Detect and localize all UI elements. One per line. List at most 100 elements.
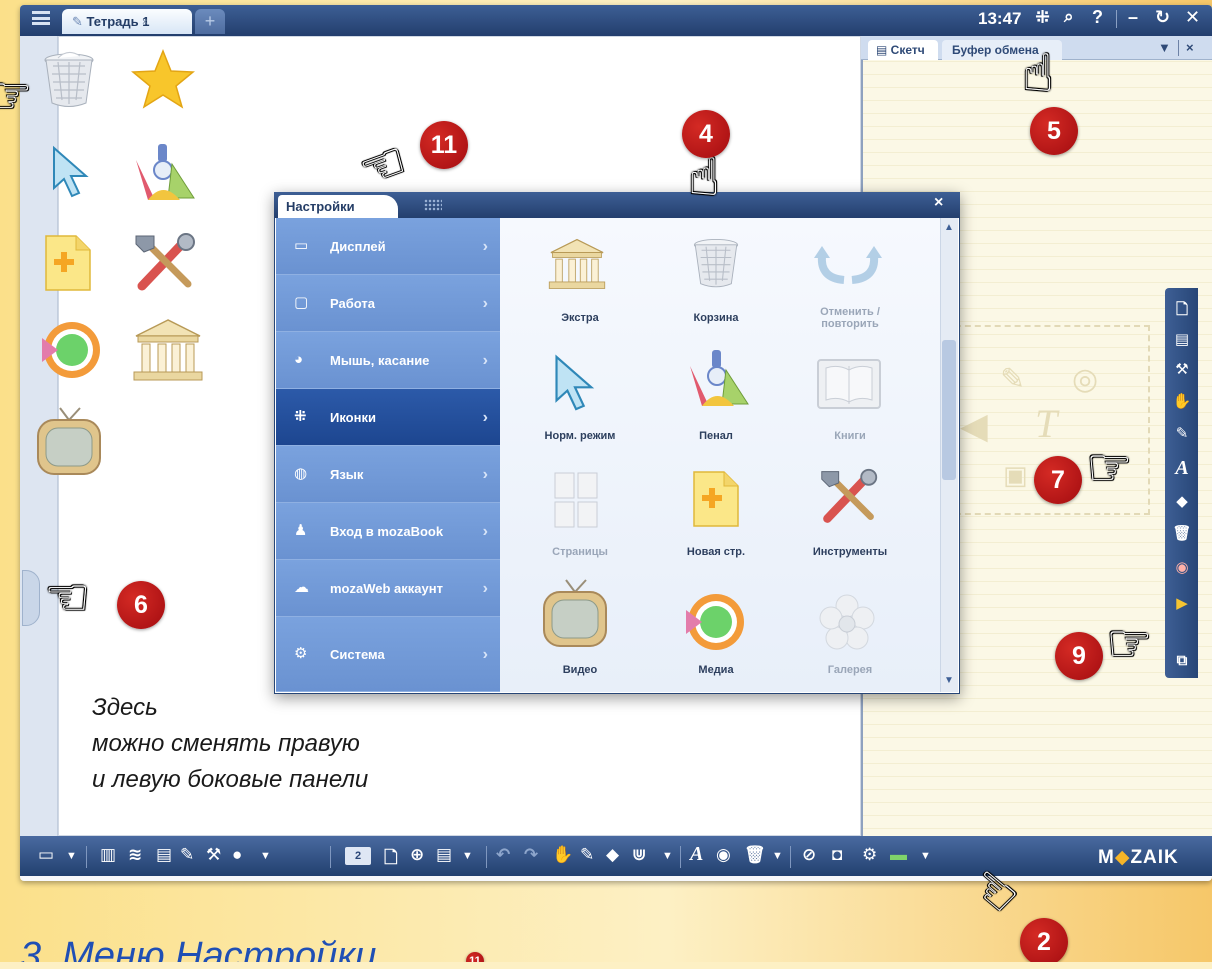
zoom-icon[interactable]: ⊕ bbox=[410, 845, 424, 865]
page-menu-icon[interactable]: ▤ bbox=[436, 845, 452, 865]
apps-icon[interactable]: ⁜ bbox=[1035, 7, 1050, 28]
new-page-tool-icon[interactable]: 🗋 bbox=[1172, 300, 1192, 320]
scrollbar-thumb[interactable] bbox=[942, 340, 956, 480]
trash-tool-icon[interactable]: 🗑 bbox=[1172, 524, 1192, 544]
grid-label: Инструменты bbox=[812, 546, 888, 558]
cursor-icon[interactable] bbox=[48, 144, 94, 200]
hand-tool-icon[interactable]: ✋ bbox=[1172, 392, 1192, 412]
hamburger-menu-icon[interactable] bbox=[32, 11, 50, 25]
hand-icon[interactable]: ✋ bbox=[552, 845, 573, 865]
media-bar-icon[interactable]: ◉ bbox=[716, 845, 731, 865]
help-icon[interactable]: ? bbox=[1092, 7, 1103, 28]
gallery-flower-icon[interactable] bbox=[818, 594, 876, 652]
hat-icon[interactable]: ≋ bbox=[128, 845, 142, 865]
menu-item-system[interactable]: ⚙ Система › bbox=[276, 617, 500, 692]
pen-icon[interactable]: ✎ bbox=[580, 845, 594, 865]
menu-item-language[interactable]: ◍ Язык › bbox=[276, 446, 500, 503]
minimize-icon[interactable]: – bbox=[1128, 7, 1138, 28]
tools-icon[interactable] bbox=[816, 466, 882, 528]
settings-close-icon[interactable]: × bbox=[934, 194, 943, 212]
search-icon[interactable]: ⌕ bbox=[1064, 7, 1074, 27]
media-icon[interactable] bbox=[38, 318, 104, 382]
museum-icon[interactable] bbox=[130, 316, 206, 384]
chevron-right-icon: › bbox=[482, 580, 488, 597]
tv-icon[interactable] bbox=[540, 576, 610, 650]
book-icon[interactable] bbox=[814, 356, 884, 412]
tab-notebook-1[interactable]: ✎ Тетрадь 1 bbox=[62, 9, 192, 34]
hammer-icon[interactable]: ⚒ bbox=[206, 845, 221, 865]
menu-item-display[interactable]: ▭ Дисплей › bbox=[276, 218, 500, 275]
tab-label: Тетрадь 1 bbox=[86, 14, 150, 29]
toolbar-separator bbox=[680, 846, 681, 868]
add-tab-button[interactable]: + bbox=[195, 9, 225, 34]
sketch-note-icon: ✎ bbox=[1000, 363, 1026, 396]
camera-icon[interactable]: ◘ bbox=[832, 845, 842, 865]
eraser-icon[interactable]: ◆ bbox=[606, 845, 619, 865]
menu-item-mozaweb-account[interactable]: ☁ mozaWeb аккаунт › bbox=[276, 560, 500, 617]
board-icon[interactable]: ▭ bbox=[38, 845, 54, 865]
mozaik-logo: M◆ZAIK bbox=[1098, 846, 1179, 869]
hammer-tool-icon[interactable]: ⚒ bbox=[1172, 360, 1192, 380]
add-page-icon[interactable]: 🗋 bbox=[384, 845, 398, 874]
settings-gear-icon[interactable]: ⚙ bbox=[862, 845, 877, 865]
panel-close-icon[interactable]: × bbox=[1186, 40, 1194, 55]
close-icon[interactable]: ✕ bbox=[1185, 7, 1200, 28]
panels-icon[interactable]: ▥ bbox=[100, 845, 116, 865]
media-icon[interactable] bbox=[682, 590, 748, 654]
redo-icon[interactable]: ↷ bbox=[524, 845, 538, 865]
tv-icon[interactable] bbox=[34, 404, 104, 478]
bulb-icon[interactable]: ● bbox=[232, 845, 242, 865]
menu-item-work[interactable]: ▢ Работа › bbox=[276, 275, 500, 332]
tab-close-icon[interactable]: × bbox=[142, 17, 148, 28]
media-tool-icon[interactable]: ◉ bbox=[1172, 558, 1192, 578]
cursor-icon[interactable] bbox=[550, 352, 600, 414]
pen-tool-icon[interactable]: ✎ bbox=[1172, 424, 1192, 444]
text-tool-icon[interactable]: A bbox=[1172, 458, 1192, 478]
undo-redo-icon[interactable] bbox=[810, 244, 886, 288]
popout-tool-icon[interactable]: ⧉ bbox=[1172, 651, 1192, 671]
tab-sketch[interactable]: ▤ Скетч bbox=[868, 40, 938, 60]
notes-icon[interactable]: ▤ bbox=[156, 845, 172, 865]
new-page-icon[interactable] bbox=[688, 468, 742, 530]
page-list-tool-icon[interactable]: ▤ bbox=[1172, 330, 1192, 350]
edit-dropdown-icon[interactable]: ▼ bbox=[772, 850, 783, 862]
panel-dropdown-icon[interactable]: ▼ bbox=[1158, 40, 1171, 55]
page-number[interactable]: 2 bbox=[345, 847, 371, 865]
menu-item-icons[interactable]: ⁜ Иконки › bbox=[276, 389, 500, 446]
shapes-icon[interactable]: ⋓ bbox=[632, 845, 646, 865]
settings-dropdown-icon[interactable]: ▼ bbox=[920, 850, 931, 862]
menu-label: Система bbox=[330, 647, 385, 662]
drag-handle-icon[interactable] bbox=[424, 199, 442, 211]
tools-dropdown-icon[interactable]: ▼ bbox=[260, 850, 271, 862]
text-icon[interactable]: A bbox=[690, 843, 703, 866]
trash-bin-icon[interactable] bbox=[38, 48, 100, 110]
board-dropdown-icon[interactable]: ▼ bbox=[66, 850, 77, 862]
new-page-icon[interactable] bbox=[40, 232, 94, 294]
chevron-right-icon: › bbox=[482, 295, 488, 312]
menu-item-mouse-touch[interactable]: ◕ Мышь, касание › bbox=[276, 332, 500, 389]
scroll-down-icon[interactable]: ▼ bbox=[942, 675, 956, 689]
play-tool-icon[interactable]: ▶ bbox=[1172, 594, 1192, 614]
undo-icon[interactable]: ↶ bbox=[496, 845, 510, 865]
trash-bin-icon[interactable] bbox=[688, 232, 744, 292]
select-icon[interactable]: ⊘ bbox=[802, 845, 816, 865]
draw-dropdown-icon[interactable]: ▼ bbox=[662, 850, 673, 862]
scroll-up-icon[interactable]: ▲ bbox=[942, 222, 956, 236]
sidebar-handle[interactable] bbox=[22, 570, 40, 626]
eraser-tool-icon[interactable]: ◆ bbox=[1172, 492, 1192, 512]
pointing-hand-icon: ☜ bbox=[1008, 48, 1067, 96]
pencil-case-icon[interactable] bbox=[682, 346, 754, 412]
bar-icon[interactable]: ▬ bbox=[890, 845, 907, 865]
logo-zaik: ZAIK bbox=[1130, 847, 1179, 868]
pages-icon[interactable] bbox=[552, 470, 600, 530]
menu-item-mozabook-login[interactable]: ♟ Вход в mozaBook › bbox=[276, 503, 500, 560]
panel-separator bbox=[1178, 40, 1179, 56]
tools-icon[interactable] bbox=[130, 230, 200, 296]
museum-icon[interactable] bbox=[546, 234, 608, 294]
pencil-case-icon[interactable] bbox=[128, 140, 200, 206]
page-dropdown-icon[interactable]: ▼ bbox=[462, 850, 473, 862]
pencil-case-tool-icon[interactable]: ✎ bbox=[180, 845, 194, 865]
trash-icon[interactable]: 🗑 bbox=[744, 845, 766, 865]
star-icon[interactable] bbox=[130, 48, 196, 110]
restore-icon[interactable]: ↻ bbox=[1155, 7, 1170, 28]
